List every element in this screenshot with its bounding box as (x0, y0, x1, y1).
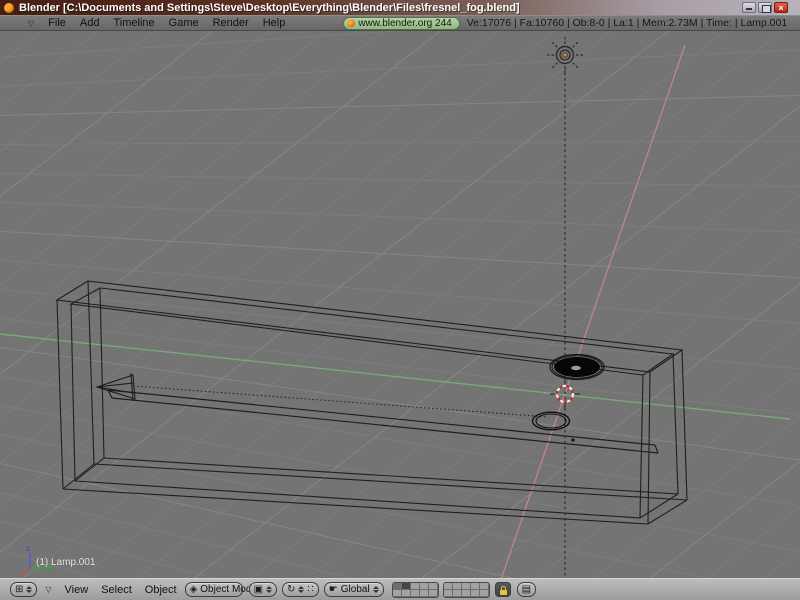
menu-object[interactable]: Object (145, 584, 177, 596)
close-button[interactable]: × (774, 2, 788, 13)
menu-game[interactable]: Game (169, 17, 199, 29)
render-preview-button[interactable]: ▤ (517, 582, 536, 597)
menu-help[interactable]: Help (263, 17, 286, 29)
orientation-stepper[interactable] (373, 586, 379, 593)
layer-button[interactable] (411, 583, 420, 590)
info-header: ▽ File Add Timeline Game Render Help www… (0, 15, 800, 31)
draw-type-button[interactable]: ▣ (249, 582, 277, 597)
layer-button[interactable] (429, 583, 438, 590)
layer-button[interactable] (444, 583, 453, 590)
layer-button[interactable] (393, 583, 402, 590)
orientation-label: Global (341, 584, 370, 595)
menu-timeline[interactable]: Timeline (113, 17, 154, 29)
menu-file[interactable]: File (48, 17, 66, 29)
manipulator-icon: ∷ (307, 585, 313, 595)
layer-button[interactable] (471, 583, 480, 590)
layer-button[interactable] (393, 590, 402, 597)
3d-scene: z (0, 31, 800, 578)
pivot-icon: ↻ (287, 585, 295, 595)
layer-button[interactable] (402, 590, 411, 597)
mode-dropdown[interactable]: ◈ Object Mode (185, 582, 243, 597)
object-center-dot (571, 438, 574, 441)
grid-floor (0, 31, 800, 578)
editor-type-icon: ⊞ (15, 585, 23, 595)
editor-type-button[interactable]: ⊞ (10, 582, 37, 597)
ring-object[interactable] (533, 412, 570, 430)
layer-button[interactable] (462, 583, 471, 590)
object-mode-icon: ◈ (190, 585, 198, 595)
axis-z-label: z (26, 543, 31, 553)
layer-button[interactable] (453, 590, 462, 597)
layer-button[interactable] (462, 590, 471, 597)
lock-layers-button[interactable] (495, 582, 511, 597)
layer-button[interactable] (444, 590, 453, 597)
layer-button[interactable] (420, 583, 429, 590)
y-axis-line (0, 334, 790, 419)
viewport-info-text: (1) Lamp.001 (36, 557, 95, 568)
blender-org-label: www.blender.org 244 (358, 18, 451, 29)
pivot-manipulator-group[interactable]: ↻ ∷ (282, 582, 319, 597)
blender-org-icon (347, 19, 355, 27)
blender-logo-icon (4, 3, 14, 13)
menu-render[interactable]: Render (213, 17, 249, 29)
track-dotted-line (133, 386, 548, 417)
3d-viewport[interactable]: z (1) Lamp.001 (0, 31, 800, 578)
layer-button[interactable] (411, 590, 420, 597)
layer-buttons-group-1[interactable] (392, 582, 439, 598)
window-titlebar[interactable]: Blender [C:\Documents and Settings\Steve… (0, 0, 800, 15)
layer-button[interactable] (420, 590, 429, 597)
menu-view[interactable]: View (65, 584, 89, 596)
scene-stats: Ve:17076 | Fa:10760 | Ob:8-0 | La:1 | Me… (467, 17, 787, 29)
orientation-dropdown[interactable]: ☛ Global (324, 582, 384, 597)
hand-icon: ☛ (329, 585, 338, 595)
header-collapse-icon[interactable]: ▽ (28, 19, 34, 28)
layer-button[interactable] (429, 590, 438, 597)
menu-add[interactable]: Add (80, 17, 100, 29)
layer-button[interactable] (480, 590, 489, 597)
blender-window: Blender [C:\Documents and Settings\Steve… (0, 0, 800, 600)
draw-type-stepper[interactable] (266, 586, 272, 593)
draw-type-icon: ▣ (254, 585, 263, 595)
blender-org-badge[interactable]: www.blender.org 244 (343, 17, 459, 30)
layer-button[interactable] (402, 583, 411, 590)
editor-type-stepper[interactable] (26, 586, 32, 593)
layer-button[interactable] (480, 583, 489, 590)
minimize-button[interactable] (742, 2, 756, 13)
layer-buttons-group-2[interactable] (443, 582, 490, 598)
layer-button[interactable] (453, 583, 462, 590)
lamp-object[interactable] (546, 36, 584, 74)
render-preview-icon: ▤ (522, 585, 531, 595)
viewport-header: ⊞ ▽ View Select Object ◈ Object Mode ▣ ↻… (0, 578, 800, 600)
interior-slab-wireframe[interactable] (108, 390, 658, 453)
pivot-stepper[interactable] (298, 586, 304, 593)
restore-button[interactable] (758, 2, 772, 13)
dark-disc-object[interactable] (550, 355, 604, 380)
layer-button[interactable] (471, 590, 480, 597)
panel-collapse-icon[interactable]: ▽ (45, 585, 51, 594)
window-title: Blender [C:\Documents and Settings\Steve… (19, 2, 520, 14)
menu-select[interactable]: Select (101, 584, 132, 596)
